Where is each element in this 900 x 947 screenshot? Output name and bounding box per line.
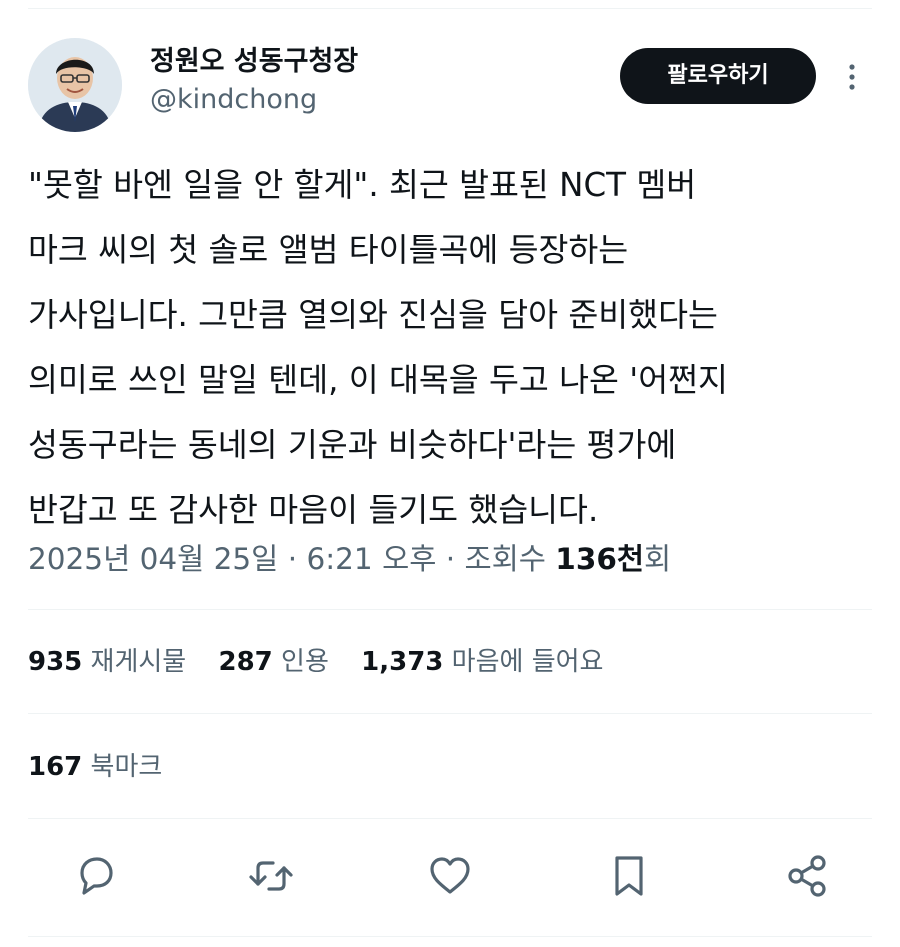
reply-icon bbox=[80, 857, 113, 895]
more-vertical-icon bbox=[849, 64, 855, 90]
action-bar bbox=[28, 848, 872, 904]
likes-label: 마음에 들어요 bbox=[451, 647, 604, 677]
bookmark-icon bbox=[615, 856, 643, 896]
view-count: 136천 bbox=[555, 542, 645, 576]
quotes-count: 287 bbox=[218, 647, 273, 677]
author-info: 정원오 성동구청장 @kindchong bbox=[150, 44, 358, 120]
reposts-count: 935 bbox=[28, 647, 83, 677]
avatar-portrait-icon bbox=[28, 38, 122, 132]
like-button[interactable] bbox=[422, 848, 478, 904]
more-options-button[interactable] bbox=[842, 62, 862, 92]
share-icon bbox=[788, 855, 826, 897]
view-count-unit: 회 bbox=[644, 542, 672, 576]
post-header: 정원오 성동구청장 @kindchong 팔로우하기 bbox=[28, 38, 872, 138]
bottom-divider bbox=[28, 936, 872, 937]
post-meta: 2025년 04월 25일 · 6:21 오후 · 조회수 136천회 bbox=[28, 534, 671, 584]
bookmarks-count: 167 bbox=[28, 752, 83, 782]
quotes-stat[interactable]: 287 인용 bbox=[219, 640, 329, 684]
top-divider bbox=[28, 8, 872, 9]
author-display-name[interactable]: 정원오 성동구청장 bbox=[150, 44, 358, 80]
likes-stat[interactable]: 1,373 마음에 들어요 bbox=[361, 640, 603, 684]
share-button[interactable] bbox=[780, 848, 836, 904]
divider bbox=[28, 713, 872, 714]
reposts-label: 재게시물 bbox=[90, 647, 187, 677]
engagement-stats: 935 재게시물 287 인용 1,373 마음에 들어요 bbox=[28, 640, 627, 684]
heart-icon bbox=[430, 857, 470, 894]
post-datetime[interactable]: 2025년 04월 25일 · 6:21 오후 · 조회수 bbox=[28, 542, 555, 576]
bookmarks-stat: 167 북마크 bbox=[28, 745, 162, 789]
bookmark-button[interactable] bbox=[601, 848, 657, 904]
quotes-label: 인용 bbox=[281, 647, 329, 677]
reposts-stat[interactable]: 935 재게시물 bbox=[28, 640, 186, 684]
bookmarks-label: 북마크 bbox=[90, 752, 163, 782]
post-text: "못할 바엔 일을 안 할게". 최근 발표된 NCT 멤버 마크 씨의 첫 솔… bbox=[28, 166, 728, 529]
repost-button[interactable] bbox=[243, 848, 299, 904]
likes-count: 1,373 bbox=[361, 647, 444, 677]
author-handle[interactable]: @kindchong bbox=[150, 80, 358, 120]
avatar[interactable] bbox=[28, 38, 122, 132]
reply-button[interactable] bbox=[68, 848, 124, 904]
divider bbox=[28, 818, 872, 819]
repost-icon bbox=[249, 861, 293, 891]
divider bbox=[28, 609, 872, 610]
follow-button[interactable]: 팔로우하기 bbox=[620, 48, 816, 104]
